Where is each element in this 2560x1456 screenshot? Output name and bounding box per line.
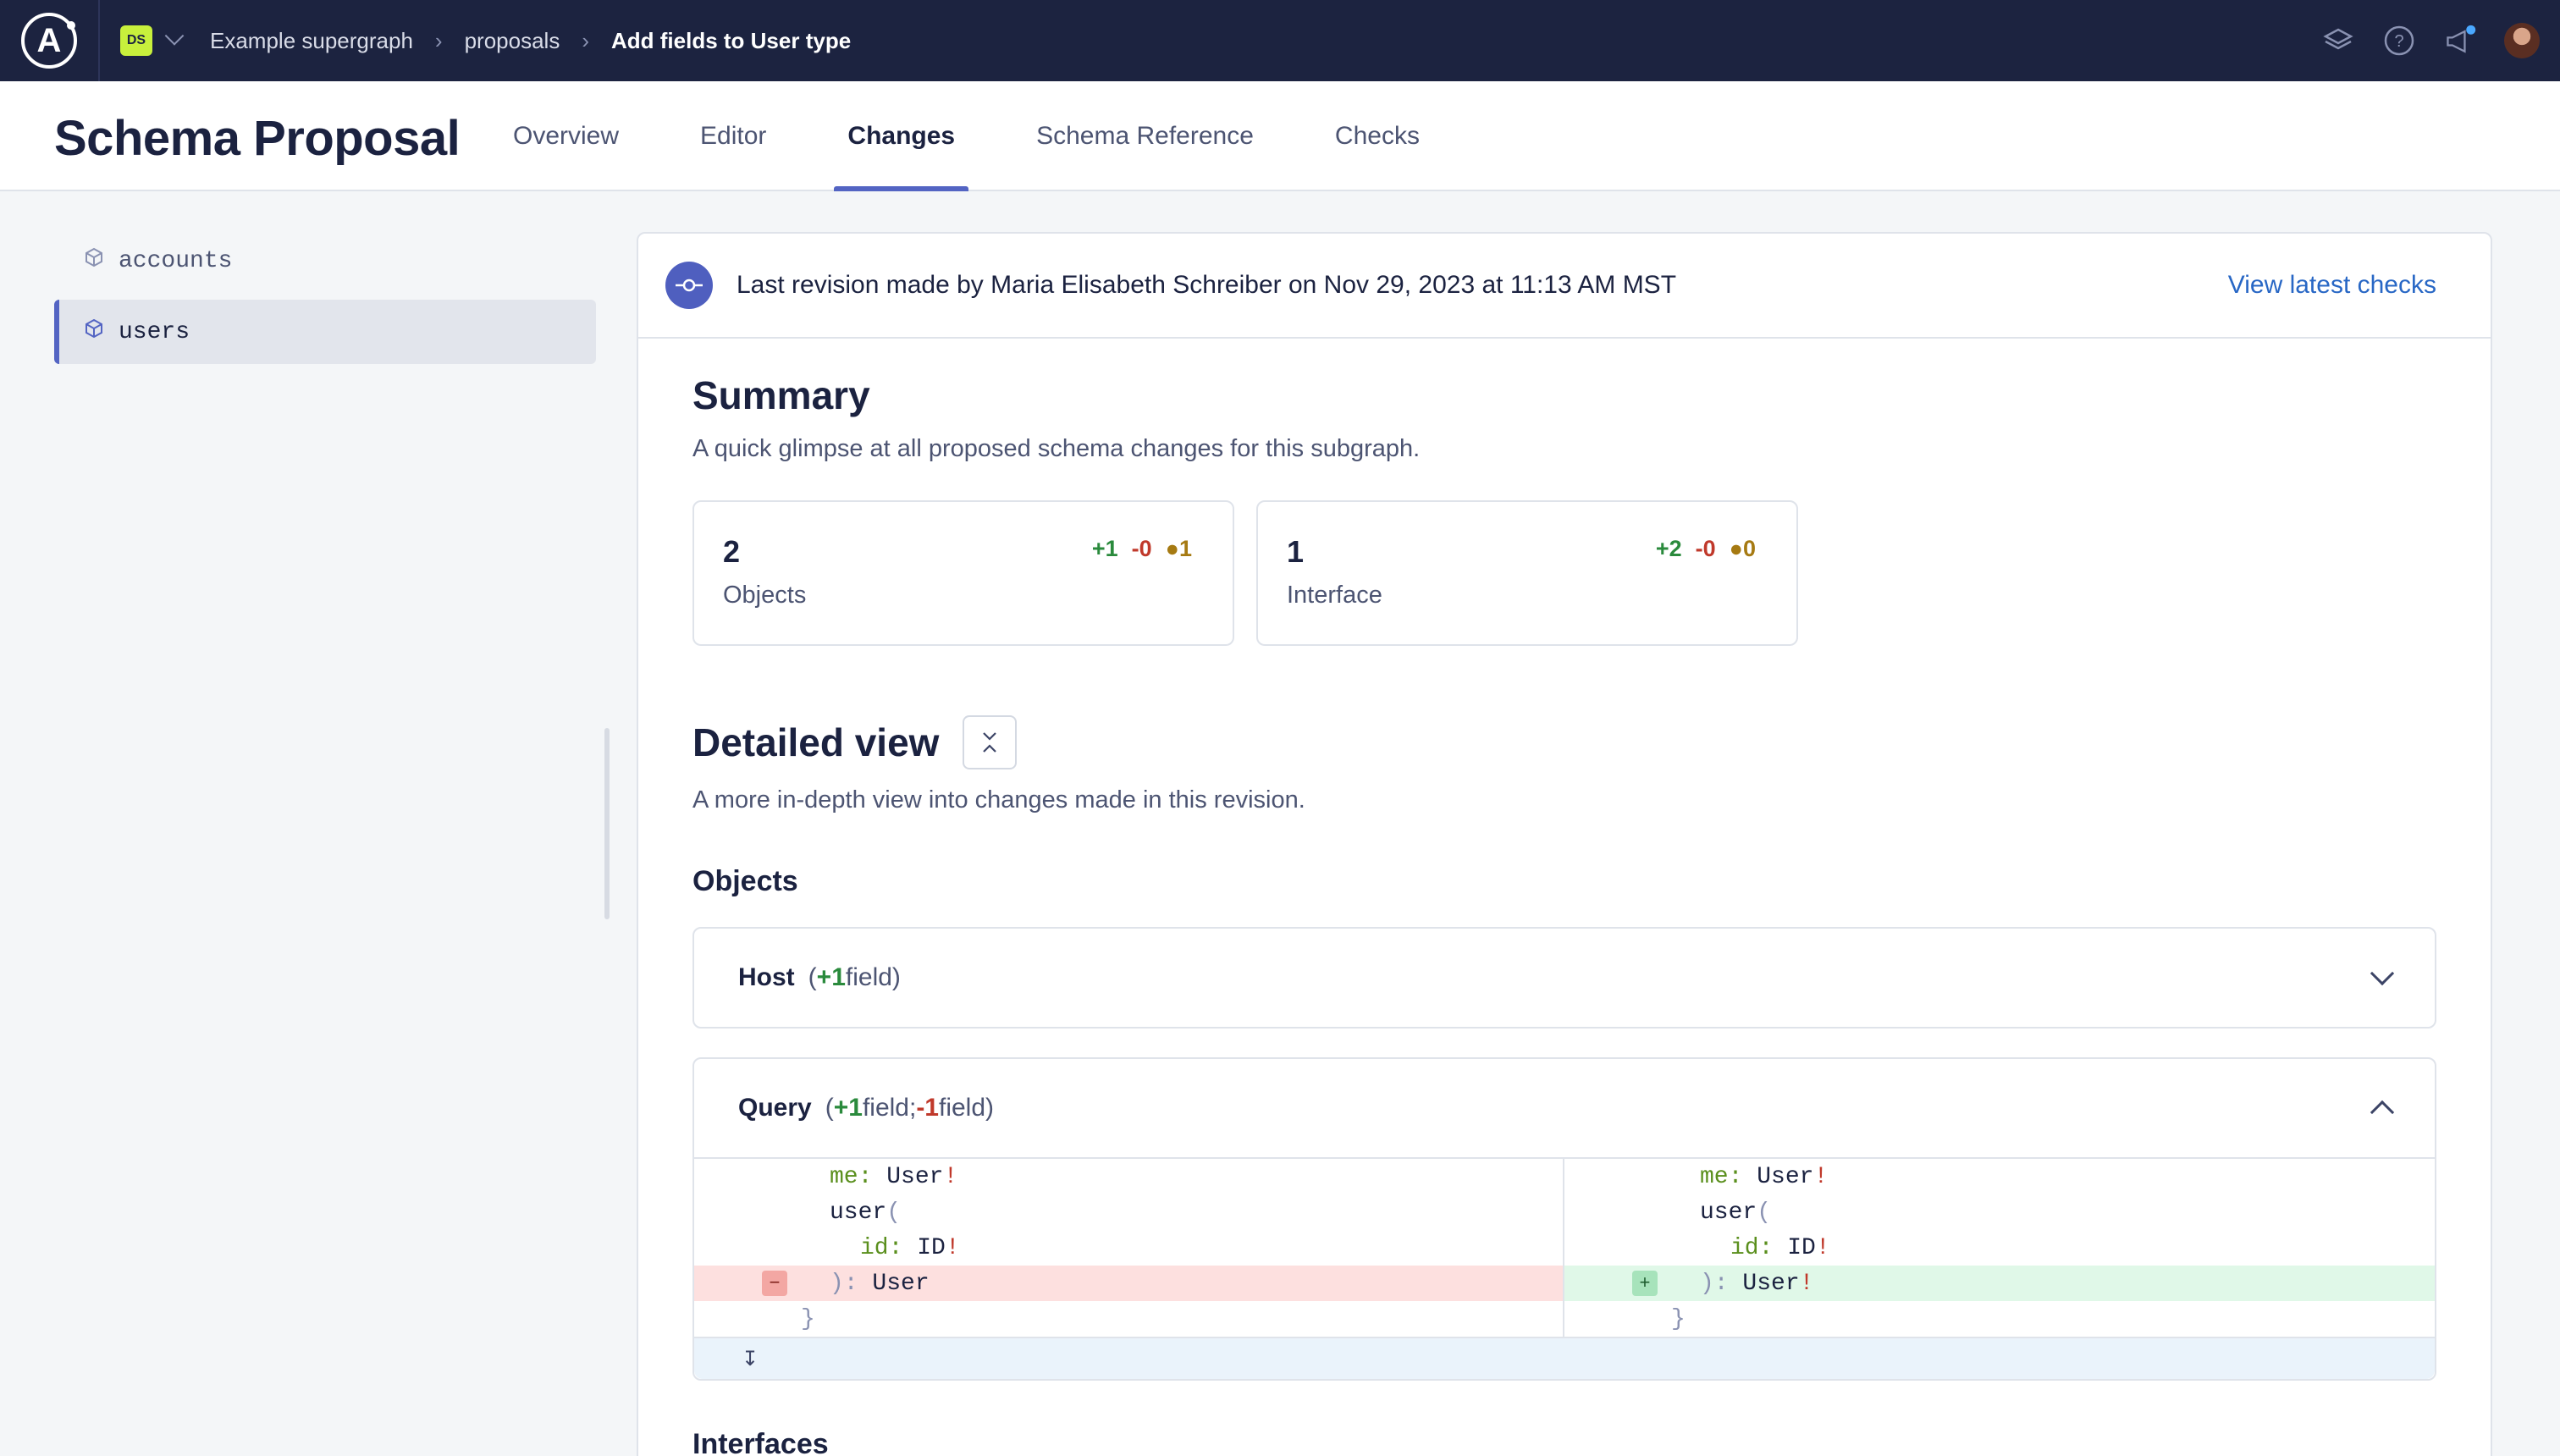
stat-added: +2	[1655, 536, 1682, 561]
object-summary-rest: field)	[845, 963, 901, 991]
detailed-view-header: Detailed view	[692, 715, 2436, 769]
page-header: Schema Proposal Overview Editor Changes …	[0, 81, 2560, 191]
stat-label: Objects	[723, 582, 807, 609]
tab-schema-reference[interactable]: Schema Reference	[1023, 81, 1267, 191]
cube-icon	[83, 246, 105, 276]
help-icon[interactable]: ?	[2382, 24, 2416, 58]
top-navigation-bar: A DS Example supergraph › proposals › Ad…	[0, 0, 2560, 81]
stat-card-objects: 2 Objects +1 -0 ●1	[692, 500, 1234, 646]
view-latest-checks-link[interactable]: View latest checks	[2228, 271, 2436, 300]
diff-line-removed: − ): User	[694, 1266, 1563, 1301]
diff-line: }	[801, 1305, 815, 1332]
stat-removed: -0	[1131, 536, 1152, 561]
tab-checks[interactable]: Checks	[1321, 81, 1433, 191]
stat-modified: ●1	[1165, 536, 1192, 561]
diff-line: me: User!	[1700, 1163, 1829, 1190]
breadcrumb-proposals[interactable]: proposals	[465, 28, 560, 54]
stat-added: +1	[1091, 536, 1118, 561]
stat-modified: ●0	[1729, 536, 1756, 561]
object-host: Host ( +1 field)	[692, 927, 2436, 1029]
apollo-logo[interactable]: A	[0, 0, 100, 81]
object-summary-mid: field;	[862, 1094, 917, 1122]
tab-bar: Overview Editor Changes Schema Reference…	[499, 81, 1487, 191]
expand-down-icon: ↧	[742, 1347, 759, 1371]
sidebar-item-label: accounts	[119, 247, 233, 274]
schema-diff: me: User! user( id: ID! − ): User } me: …	[694, 1157, 2435, 1337]
stat-label: Interface	[1287, 582, 1382, 609]
revision-text: Last revision made by Maria Elisabeth Sc…	[737, 271, 1677, 299]
sidebar-scrollbar[interactable]	[604, 728, 610, 919]
breadcrumb-graph[interactable]: Example supergraph	[210, 28, 413, 54]
summary-subtitle: A quick glimpse at all proposed schema c…	[692, 435, 1421, 462]
object-header-host[interactable]: Host ( +1 field)	[694, 929, 2435, 1027]
collapse-all-button[interactable]	[963, 715, 1018, 769]
chevron-down-icon[interactable]	[2370, 961, 2395, 986]
objects-heading: Objects	[692, 865, 798, 897]
interfaces-heading: Interfaces	[692, 1428, 829, 1456]
expand-context-button[interactable]: ↧	[694, 1337, 2435, 1379]
sidebar-item-users[interactable]: users	[54, 300, 596, 364]
stat-diff: +2 -0 ●0	[1656, 536, 1756, 562]
chevron-right-icon: ›	[582, 27, 589, 53]
chevron-right-icon: ›	[434, 27, 443, 53]
sidebar-item-accounts[interactable]: accounts	[54, 229, 596, 293]
graph-stack-icon[interactable]	[2321, 24, 2355, 58]
breadcrumb-current: Add fields to User type	[611, 27, 852, 53]
detailed-view-title: Detailed view	[692, 720, 940, 764]
object-summary-open: (	[825, 1094, 834, 1122]
object-summary-end: field)	[939, 1094, 995, 1122]
tab-editor[interactable]: Editor	[687, 81, 780, 191]
stat-card-interface: 1 Interface +2 -0 ●0	[1256, 500, 1798, 646]
diff-line-added: + ): User!	[1564, 1266, 2435, 1301]
tab-overview[interactable]: Overview	[499, 81, 632, 191]
diff-line: user(	[1700, 1199, 1772, 1226]
object-query: Query ( +1 field; -1 field) me: User! us…	[692, 1057, 2436, 1381]
object-name: Host	[738, 963, 795, 991]
chevron-up-icon[interactable]	[2370, 1100, 2395, 1125]
changes-content: Summary A quick glimpse at all proposed …	[638, 339, 2491, 1456]
breadcrumb: Example supergraph › proposals › Add fie…	[210, 28, 851, 54]
diff-line: me: User!	[830, 1163, 958, 1190]
diff-after: me: User! user( id: ID! + ): User! }	[1564, 1159, 2435, 1337]
user-avatar[interactable]	[2504, 23, 2540, 58]
object-summary-open: (	[808, 963, 817, 991]
changes-card: Last revision made by Maria Elisabeth Sc…	[637, 232, 2492, 1456]
org-badge[interactable]: DS	[120, 25, 152, 56]
diff-before: me: User! user( id: ID! − ): User }	[694, 1159, 1564, 1337]
stat-removed: -0	[1695, 536, 1716, 561]
diff-line: }	[1671, 1305, 1686, 1332]
summary-stats: 2 Objects +1 -0 ●1 1 Interface +2 -0 ●0	[692, 500, 2436, 646]
tab-changes[interactable]: Changes	[834, 81, 968, 191]
added-marker-icon: +	[1632, 1271, 1658, 1296]
object-added-count: +1	[816, 963, 846, 991]
announcements-icon[interactable]	[2443, 24, 2477, 58]
object-name: Query	[738, 1094, 812, 1122]
revision-banner: Last revision made by Maria Elisabeth Sc…	[638, 234, 2491, 339]
diff-line: user(	[830, 1199, 902, 1226]
summary-title: Summary	[692, 373, 870, 417]
removed-marker-icon: −	[762, 1271, 787, 1296]
chevron-down-icon[interactable]	[164, 26, 185, 46]
stat-diff: +1 -0 ●1	[1092, 536, 1192, 562]
page-title: Schema Proposal	[54, 111, 461, 166]
top-icon-group: ?	[2321, 0, 2540, 81]
object-added-count: +1	[833, 1094, 863, 1122]
object-header-query[interactable]: Query ( +1 field; -1 field)	[694, 1059, 2435, 1157]
diff-line: id: ID!	[860, 1234, 960, 1261]
subgraph-sidebar: accounts users	[54, 229, 596, 371]
commit-icon	[665, 262, 713, 309]
collapse-icon	[983, 732, 997, 753]
detailed-view-subtitle: A more in-depth view into changes made i…	[692, 786, 1305, 813]
svg-text:?: ?	[2394, 32, 2403, 51]
cube-icon	[83, 317, 105, 347]
sidebar-item-label: users	[119, 318, 190, 345]
object-removed-count: -1	[916, 1094, 939, 1122]
diff-line: id: ID!	[1730, 1234, 1830, 1261]
apollo-logo-icon: A	[21, 13, 77, 69]
